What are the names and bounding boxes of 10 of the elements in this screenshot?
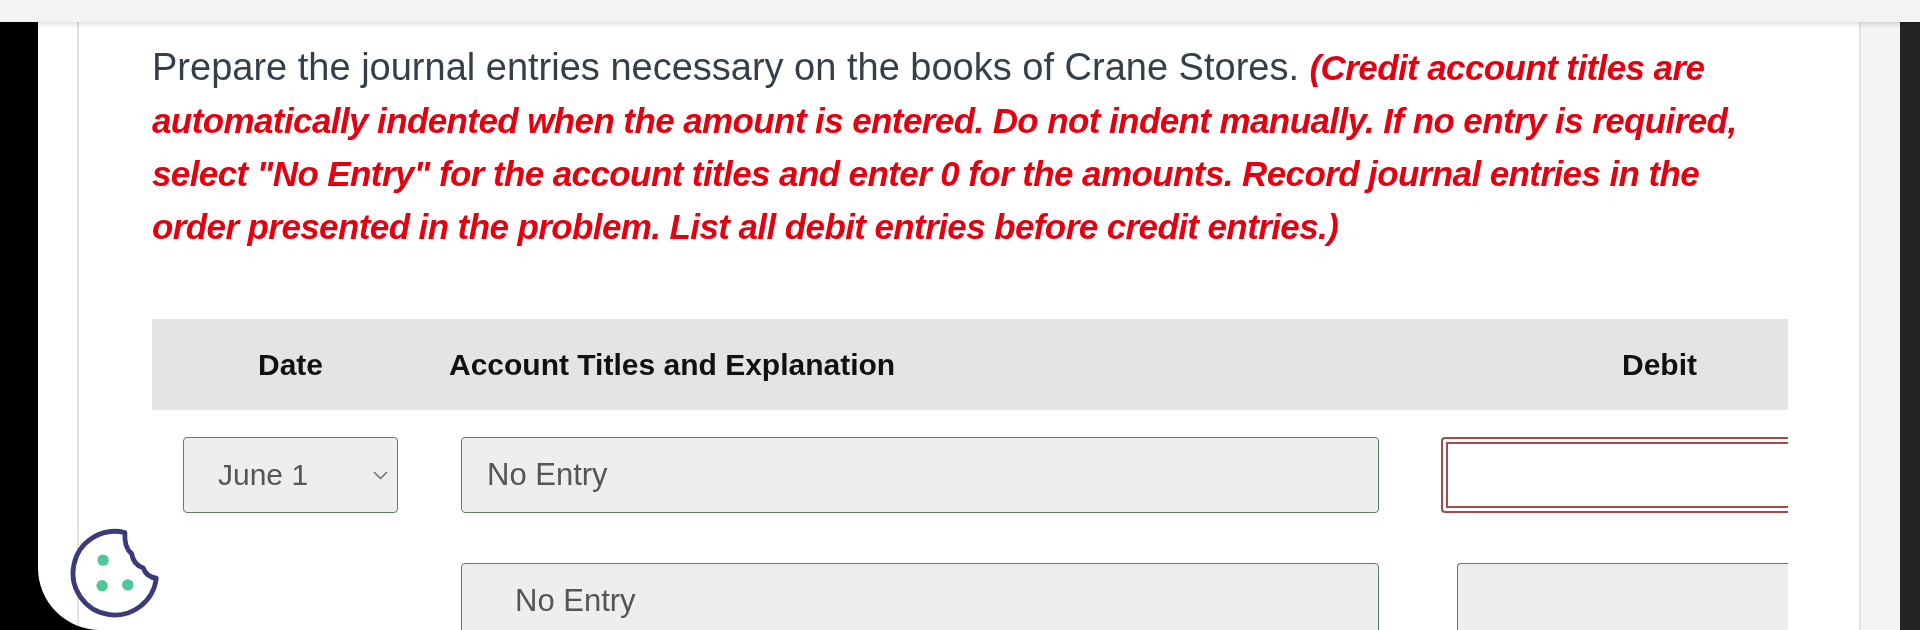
chevron-down-icon bbox=[373, 470, 388, 480]
account-field[interactable]: No Entry bbox=[461, 437, 1379, 513]
instructions-text: Prepare the journal entries necessary on the books of Crane Stores. (Credit account titles are automatically indented when the amount is entered. Do not indent manually. If no entry is required, select "No Entry" for the account titles and enter 0 for the amounts. Record journal entries in the order presented in the problem. List all debit entries before credit entries.) bbox=[152, 45, 1738, 248]
column-header: Debit bbox=[1622, 347, 1697, 382]
column-header: Account Titles and Explanation bbox=[449, 347, 896, 382]
account-field[interactable]: No Entry bbox=[461, 563, 1379, 630]
debit-field[interactable] bbox=[1457, 563, 1788, 630]
date-select[interactable]: June 1 bbox=[183, 437, 398, 513]
debit-field[interactable] bbox=[1441, 437, 1788, 513]
column-header: Date bbox=[258, 347, 323, 382]
